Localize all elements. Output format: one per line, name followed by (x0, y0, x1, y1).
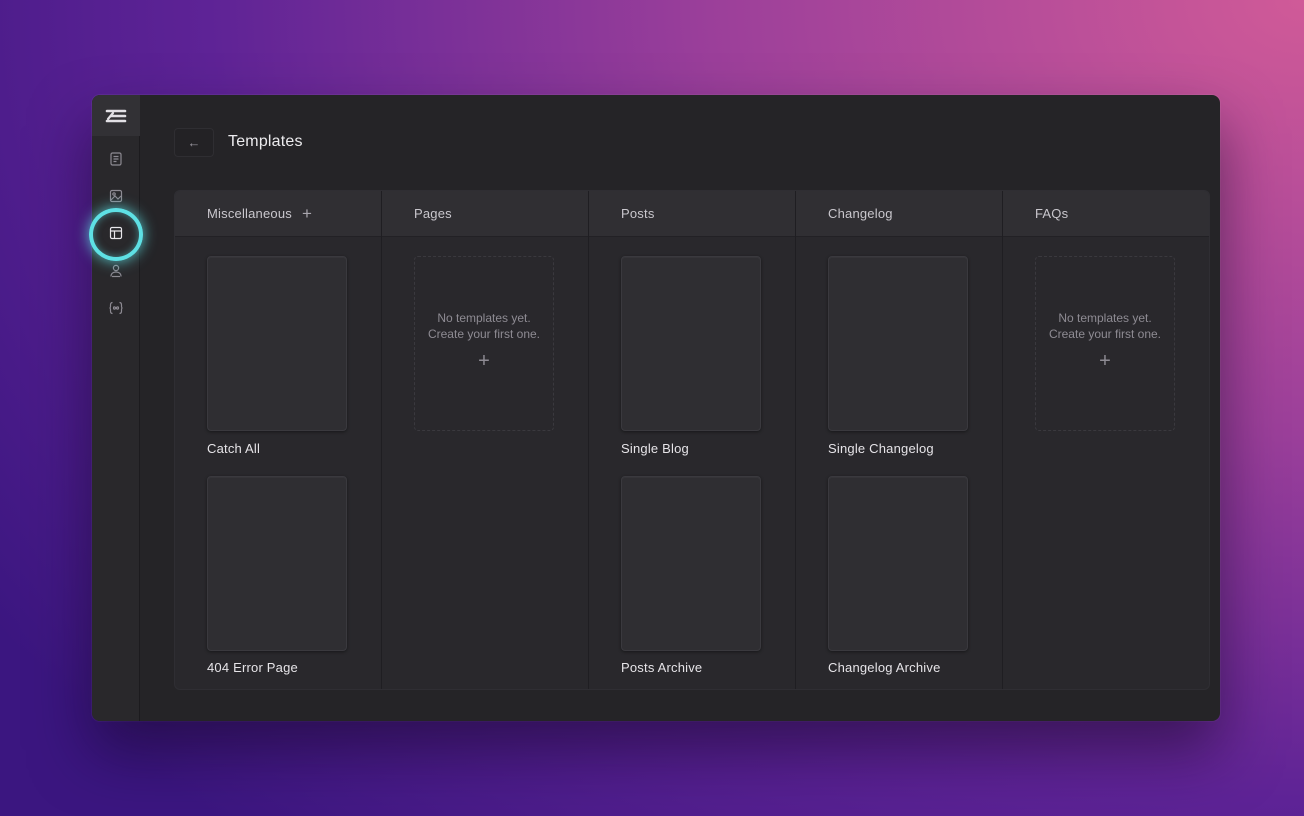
template-label: Single Blog (621, 441, 689, 456)
plus-icon[interactable]: + (478, 351, 490, 371)
page-header: ← Templates (174, 127, 303, 157)
template-label: 404 Error Page (207, 660, 298, 675)
template-card-posts-archive[interactable] (621, 476, 761, 651)
column-miscellaneous: Miscellaneous + Catch All 404 Error Page (175, 191, 382, 689)
stacked-lines-logo-icon (105, 109, 127, 122)
column-changelog: Changelog Single Changelog Changelog Arc… (796, 191, 1003, 689)
template-card-404-error-page[interactable] (207, 476, 347, 651)
empty-state-create-template[interactable]: No templates yet. Create your first one.… (1035, 256, 1175, 431)
empty-state-text: Create your first one. (1048, 327, 1162, 341)
logo[interactable] (92, 95, 140, 136)
column-posts: Posts Single Blog Posts Archive (589, 191, 796, 689)
arrow-left-icon: ← (187, 134, 201, 150)
template-label: Posts Archive (621, 660, 703, 675)
column-title: Miscellaneous (207, 206, 292, 221)
template-card-single-changelog[interactable] (828, 256, 968, 431)
sidebar (92, 95, 140, 721)
column-header: Posts (589, 191, 795, 237)
column-header: Changelog (796, 191, 1002, 237)
template-card-catch-all[interactable] (207, 256, 347, 431)
users-icon[interactable] (106, 261, 126, 281)
templates-icon[interactable] (106, 223, 126, 243)
column-title: FAQs (1035, 206, 1069, 221)
template-card-changelog-archive[interactable] (828, 476, 968, 651)
template-label: Single Changelog (828, 441, 934, 456)
page-title: Templates (228, 133, 303, 150)
empty-state-text: No templates yet. (1058, 311, 1152, 325)
add-template-button[interactable]: + (302, 205, 312, 222)
column-header: Miscellaneous + (175, 191, 381, 237)
empty-state-text: No templates yet. (437, 311, 531, 325)
template-card-single-blog[interactable] (621, 256, 761, 431)
media-icon[interactable] (106, 186, 126, 206)
template-label: Catch All (207, 441, 261, 456)
empty-state-text: Create your first one. (427, 327, 541, 341)
column-title: Changelog (828, 206, 893, 221)
plus-icon[interactable]: + (1099, 351, 1111, 371)
pages-icon[interactable] (106, 149, 126, 169)
back-button[interactable]: ← (174, 127, 214, 157)
empty-state-create-template[interactable]: No templates yet. Create your first one.… (414, 256, 554, 431)
app-window: ← Templates Miscellaneous + Catch All 40… (92, 95, 1220, 721)
templates-board: Miscellaneous + Catch All 404 Error Page… (174, 190, 1210, 690)
column-header: Pages (382, 191, 588, 237)
variables-icon[interactable] (106, 298, 126, 318)
column-pages: Pages No templates yet. Create your firs… (382, 191, 589, 689)
template-label: Changelog Archive (828, 660, 941, 675)
column-title: Posts (621, 206, 655, 221)
column-title: Pages (414, 206, 452, 221)
column-faqs: FAQs No templates yet. Create your first… (1003, 191, 1209, 689)
column-header: FAQs (1003, 191, 1209, 237)
